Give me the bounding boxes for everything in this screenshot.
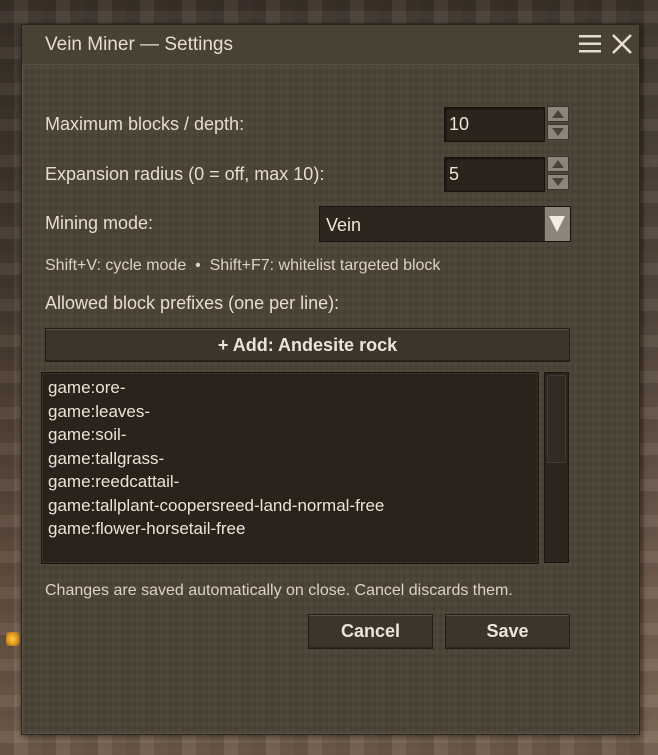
scrollbar-thumb[interactable]	[547, 375, 566, 463]
expansion-radius-increment[interactable]	[547, 156, 569, 172]
dropdown-arrow[interactable]	[544, 207, 570, 241]
autosave-note: Changes are saved automatically on close…	[45, 582, 513, 599]
prefixes-scrollbar[interactable]	[544, 372, 569, 563]
mining-mode-dropdown[interactable]: Vein	[319, 206, 571, 242]
expansion-radius-decrement[interactable]	[547, 174, 569, 190]
expansion-radius-field[interactable]	[444, 157, 545, 192]
arrow-down-icon	[552, 128, 564, 136]
chevron-down-icon	[549, 216, 565, 232]
max-blocks-input[interactable]	[445, 108, 544, 141]
settings-window: Vein Miner — Settings Maximum blocks / d…	[21, 24, 640, 735]
expansion-radius-label: Expansion radius (0 = off, max 10):	[45, 164, 325, 184]
arrow-down-icon	[552, 178, 564, 186]
hotkeys-hint: Shift+V: cycle mode • Shift+F7: whitelis…	[45, 257, 441, 274]
max-blocks-decrement[interactable]	[547, 124, 569, 140]
max-blocks-increment[interactable]	[547, 106, 569, 122]
max-blocks-label: Maximum blocks / depth:	[45, 114, 245, 134]
max-blocks-field[interactable]	[444, 107, 545, 142]
expansion-radius-input[interactable]	[445, 158, 544, 191]
prefix-line: game:tallgrass-	[48, 448, 165, 468]
prefix-line: game:reedcattail-	[48, 472, 180, 491]
mining-mode-label: Mining mode:	[45, 213, 154, 233]
arrow-up-icon	[552, 160, 564, 168]
world-ore-glint	[6, 632, 20, 646]
add-block-button[interactable]: + Add: Andesite rock	[45, 328, 570, 362]
prefix-line: game:tallplant-coopersreed-land-normal-f…	[48, 495, 385, 515]
mining-mode-value: Vein	[326, 215, 362, 235]
window-title: Vein Miner — Settings	[45, 34, 233, 55]
title-bar: Vein Miner — Settings	[22, 25, 639, 65]
prefix-line: game:leaves-	[48, 401, 151, 421]
close-icon[interactable]	[610, 32, 634, 56]
save-button[interactable]: Save	[445, 614, 570, 649]
prefix-line: game:flower-horsetail-free	[48, 519, 246, 538]
menu-icon[interactable]	[578, 33, 602, 55]
arrow-up-icon	[552, 110, 564, 118]
cancel-button[interactable]: Cancel	[308, 614, 433, 649]
prefix-line: game:ore-	[48, 378, 126, 397]
prefixes-label: Allowed block prefixes (one per line):	[45, 293, 340, 313]
prefix-line: game:soil-	[48, 425, 127, 444]
prefixes-textarea[interactable]: game:ore- game:leaves- game:soil- game:t…	[41, 372, 539, 564]
